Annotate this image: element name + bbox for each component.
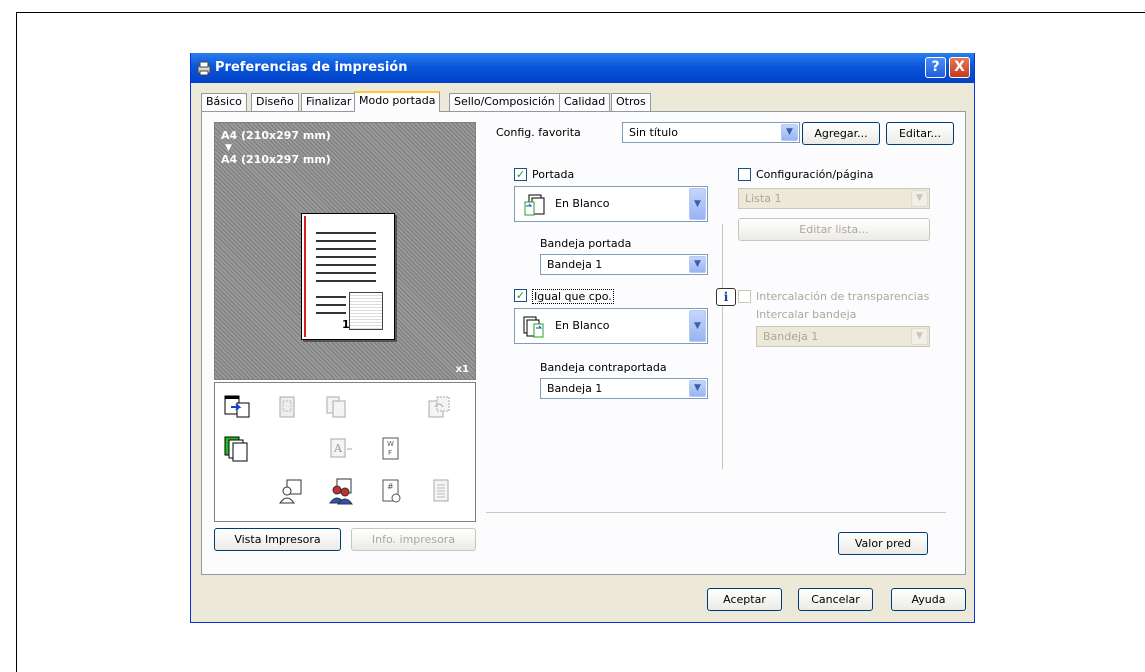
cover-checkbox[interactable]: ✓ [514,168,527,181]
blank-back-cover-icon [523,316,544,338]
copy-pages-icon [326,396,346,418]
preview-page: 1 [301,213,395,340]
watermark-icon: WF [382,437,399,460]
account-users-icon [329,478,353,505]
tab-calidad[interactable]: Calidad [559,93,611,111]
svg-text:W: W [387,440,394,448]
preview-copies: x1 [455,364,469,375]
chevron-down-icon: ▼ [911,190,928,207]
chevron-down-icon: ▼ [781,124,798,141]
edit-favorite-button[interactable]: Editar... [886,122,954,145]
cancel-button[interactable]: Cancelar [798,588,873,611]
same-as-body-checkbox[interactable]: ✓ [514,289,527,302]
preview-output-size: A4 (210x297 mm) [221,153,331,166]
tab-finalizar[interactable]: Finalizar [301,93,357,111]
back-cover-tray-label: Bandeja contraportada [540,361,667,374]
page-list-select[interactable]: Lista 1 ▼ [738,188,930,209]
cover-label: Portada [532,168,575,181]
cover-type-select[interactable]: En Blanco ▼ [514,186,708,222]
tab-sello-composicion[interactable]: Sello/Composición [449,93,560,111]
blank-cover-icon [524,194,545,216]
user-settings-icon [279,479,302,504]
bottom-divider [486,512,946,513]
transparency-interleave-label: Intercalación de transparencias [756,290,930,303]
accept-button[interactable]: Aceptar [707,588,782,611]
svg-text:A: A [333,442,343,455]
svg-text:#: # [387,482,394,491]
transparency-interleave-checkbox[interactable] [738,290,751,303]
interleave-tray-label: Intercalar bandeja [756,308,857,321]
help-button[interactable]: Ayuda [891,588,966,611]
title-bar: Preferencias de impresión ? X [191,53,974,83]
chevron-down-icon: ▼ [689,310,706,342]
same-as-body-label: Igual que cpo. [532,289,614,304]
svg-text:F: F [388,449,392,457]
per-page-settings-checkbox[interactable] [738,168,751,181]
chevron-down-icon: ▼ [689,256,706,273]
tab-otros[interactable]: Otros [611,93,651,111]
printer-view-button[interactable]: Vista Impresora [214,528,341,551]
chevron-down-icon: ▼ [689,188,706,220]
secure-print-icon: # [382,479,401,503]
cover-tray-select[interactable]: Bandeja 1 ▼ [540,254,708,275]
text-overlay-icon: A [330,438,352,458]
favorite-select[interactable]: Sin título ▼ [622,122,800,143]
rotate-page-icon [428,396,450,418]
cover-mode-icon [224,395,250,418]
preview-arrow-icon: ▼ [225,143,232,153]
color-pages-icon [224,436,248,462]
page-preview: A4 (210x297 mm) ▼ A4 (210x297 mm) 1 x1 [214,122,476,380]
add-favorite-button[interactable]: Agregar... [802,122,880,145]
tab-panel: A4 (210x297 mm) ▼ A4 (210x297 mm) 1 x1 A… [201,111,966,575]
close-icon[interactable]: X [949,57,970,78]
printer-icon [197,61,211,76]
booklet-icon [279,396,295,418]
print-preferences-dialog: Preferencias de impresión ? X Básico Dis… [190,53,975,623]
preview-source-size: A4 (210x297 mm) [221,129,331,142]
help-icon[interactable]: ? [925,57,946,78]
preview-overlay-thumb [349,292,383,330]
document-list-icon [433,479,449,502]
tab-modo-portada[interactable]: Modo portada [354,91,441,112]
function-icons-panel: A WF # [214,382,476,522]
back-cover-type-select[interactable]: En Blanco ▼ [514,308,708,344]
preview-page-number: 1 [342,318,350,331]
interleave-tray-select[interactable]: Bandeja 1 ▼ [756,326,930,347]
tab-diseno[interactable]: Diseño [251,93,299,111]
column-divider [722,224,723,469]
cover-tray-label: Bandeja portada [540,237,632,250]
favorite-label: Config. favorita [496,126,581,139]
per-page-settings-label: Configuración/página [756,168,874,181]
chevron-down-icon: ▼ [689,380,706,397]
back-cover-tray-select[interactable]: Bandeja 1 ▼ [540,378,708,399]
chevron-down-icon: ▼ [911,328,928,345]
printer-info-button[interactable]: Info. impresora [351,528,476,551]
defaults-button[interactable]: Valor pred [838,532,928,555]
window-title: Preferencias de impresión [215,60,408,75]
tab-basico[interactable]: Básico [201,93,247,111]
edit-list-button[interactable]: Editar lista... [738,218,930,241]
info-icon[interactable]: i [716,288,736,306]
